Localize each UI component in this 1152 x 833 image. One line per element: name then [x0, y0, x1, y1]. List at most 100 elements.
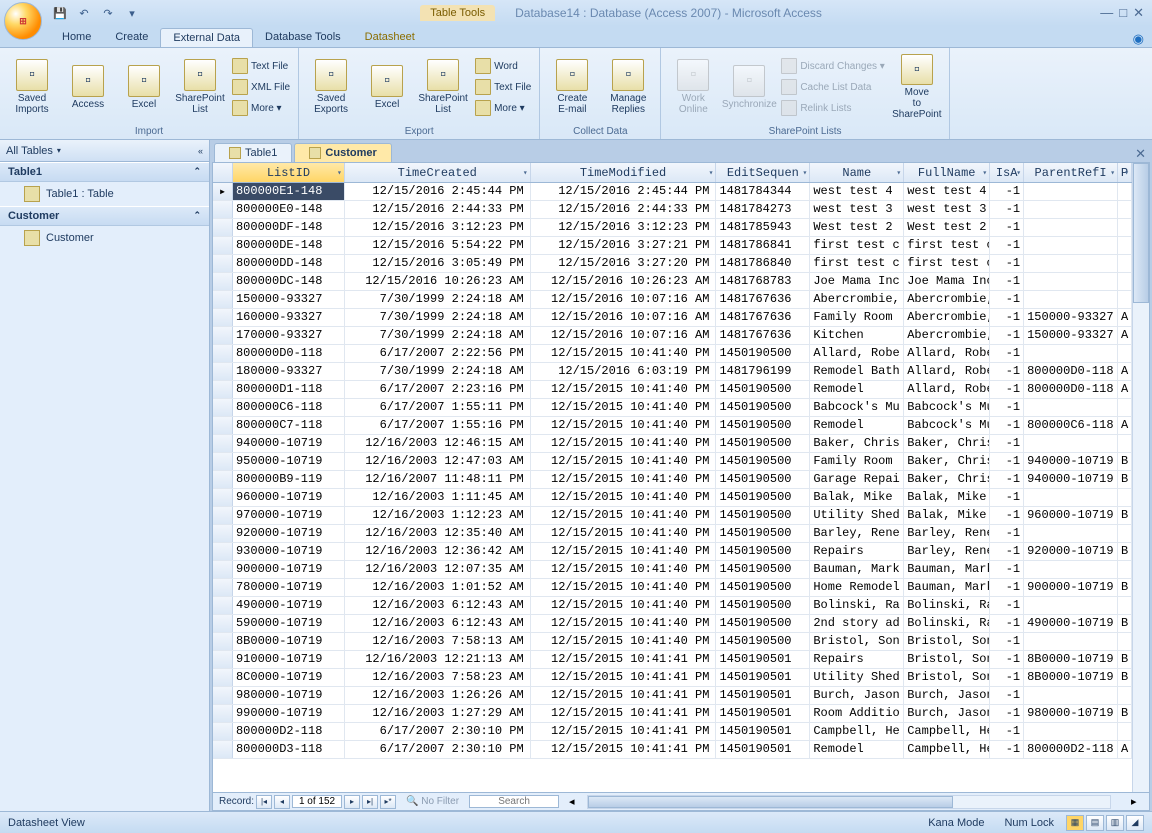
row-selector[interactable] — [213, 237, 233, 254]
cell[interactable]: 800000D0-118 — [233, 345, 345, 362]
cell[interactable]: 12/15/2015 10:41:40 PM — [531, 345, 717, 362]
cell[interactable]: -1 — [990, 723, 1024, 740]
cell[interactable]: 12/15/2016 2:44:33 PM — [345, 201, 531, 218]
cell[interactable]: 1481767636 — [716, 291, 810, 308]
cell[interactable]: 12/15/2015 10:41:40 PM — [531, 525, 717, 542]
cell[interactable]: 1450190500 — [716, 543, 810, 560]
cell[interactable]: 12/16/2003 1:26:26 AM — [345, 687, 531, 704]
column-dropdown-icon[interactable]: ▾ — [982, 168, 987, 178]
cell[interactable]: West test 2 — [904, 219, 990, 236]
cell[interactable]: -1 — [990, 597, 1024, 614]
cell[interactable]: 800000C6-118 — [1024, 417, 1118, 434]
table-row[interactable]: 180000-933277/30/1999 2:24:18 AM12/15/20… — [213, 363, 1132, 381]
cell[interactable]: Bolinski, Ra — [810, 597, 904, 614]
doc-tab-table1[interactable]: Table1 — [214, 143, 292, 162]
cell[interactable]: 800000D3-118 — [233, 741, 345, 758]
cell[interactable] — [1118, 687, 1132, 704]
vscroll-thumb[interactable] — [1133, 163, 1149, 303]
row-selector[interactable] — [213, 273, 233, 290]
cell[interactable]: Remodel Bath — [810, 363, 904, 380]
cell[interactable]: Bolinski, Ra — [904, 597, 990, 614]
filter-indicator[interactable]: 🔍 No Filter — [406, 796, 459, 807]
cell[interactable]: -1 — [990, 561, 1024, 578]
cell[interactable]: 12/15/2015 10:41:41 PM — [531, 741, 717, 758]
cell[interactable] — [1024, 561, 1118, 578]
cell[interactable]: Bristol, Son — [904, 633, 990, 650]
ribbon-button-excel[interactable]: ▫Excel — [118, 54, 170, 120]
cell[interactable] — [1024, 687, 1118, 704]
cell[interactable]: Bristol, Son — [810, 633, 904, 650]
ribbon-button-xml-file[interactable]: XML File — [230, 77, 292, 97]
cell[interactable]: Abercrombie, — [810, 291, 904, 308]
cell[interactable]: 1450190500 — [716, 579, 810, 596]
cell[interactable]: -1 — [990, 471, 1024, 488]
cell[interactable]: 12/15/2015 10:41:40 PM — [531, 579, 717, 596]
cell[interactable]: 8B0000-10719 — [233, 633, 345, 650]
cell[interactable]: West test 2 — [810, 219, 904, 236]
cell[interactable]: 980000-10719 — [233, 687, 345, 704]
table-row[interactable]: 960000-1071912/16/2003 1:11:45 AM12/15/2… — [213, 489, 1132, 507]
row-selector[interactable] — [213, 669, 233, 686]
cell[interactable] — [1024, 201, 1118, 218]
cell[interactable]: B — [1118, 669, 1132, 686]
cell[interactable] — [1118, 525, 1132, 542]
cell[interactable]: 1481796199 — [716, 363, 810, 380]
table-row[interactable]: 930000-1071912/16/2003 12:36:42 AM12/15/… — [213, 543, 1132, 561]
cell[interactable]: 7/30/1999 2:24:18 AM — [345, 327, 531, 344]
cell[interactable]: 160000-93327 — [233, 309, 345, 326]
ribbon-button-manage-replies[interactable]: ▫ManageReplies — [602, 54, 654, 120]
nav-item-table1-table[interactable]: Table1 : Table — [0, 182, 209, 206]
cell[interactable]: Remodel — [810, 417, 904, 434]
cell[interactable]: 12/16/2003 12:46:15 AM — [345, 435, 531, 452]
chevron-down-icon[interactable]: ▾ — [57, 146, 61, 155]
cell[interactable]: 780000-10719 — [233, 579, 345, 596]
cell[interactable]: 12/15/2016 3:27:20 PM — [531, 255, 717, 272]
table-row[interactable]: 800000B9-11912/16/2007 11:48:11 PM12/15/… — [213, 471, 1132, 489]
cell[interactable]: 12/15/2015 10:41:41 PM — [531, 723, 717, 740]
column-header-isa[interactable]: IsA▾ — [990, 163, 1024, 182]
row-selector[interactable] — [213, 579, 233, 596]
ribbon-button-move-to-sharepoint[interactable]: ▫Moveto SharePoint — [891, 54, 943, 120]
cell[interactable]: Bauman, Mark — [904, 561, 990, 578]
cell[interactable]: 12/15/2015 10:41:40 PM — [531, 633, 717, 650]
cell[interactable]: 12/15/2016 5:54:22 PM — [345, 237, 531, 254]
cell[interactable]: B — [1118, 453, 1132, 470]
row-selector[interactable] — [213, 687, 233, 704]
cell[interactable]: Allard, Robe — [810, 345, 904, 362]
cell[interactable]: -1 — [990, 201, 1024, 218]
cell[interactable]: 590000-10719 — [233, 615, 345, 632]
ribbon-button-create-e-mail[interactable]: ▫CreateE-mail — [546, 54, 598, 120]
cell[interactable]: -1 — [990, 507, 1024, 524]
row-selector[interactable] — [213, 651, 233, 668]
cell[interactable] — [1024, 597, 1118, 614]
cell[interactable]: 800000DE-148 — [233, 237, 345, 254]
cell[interactable]: -1 — [990, 579, 1024, 596]
cell[interactable]: 1481767636 — [716, 327, 810, 344]
cell[interactable]: 170000-93327 — [233, 327, 345, 344]
cell[interactable]: 910000-10719 — [233, 651, 345, 668]
cell[interactable]: 12/16/2003 1:01:52 AM — [345, 579, 531, 596]
pivottable-view-button[interactable]: ▤ — [1086, 815, 1104, 831]
cell[interactable]: 900000-10719 — [1024, 579, 1118, 596]
cell[interactable] — [1024, 255, 1118, 272]
cell[interactable] — [1118, 489, 1132, 506]
cell[interactable]: 800000E0-148 — [233, 201, 345, 218]
cell[interactable]: 150000-93327 — [233, 291, 345, 308]
cell[interactable] — [1024, 489, 1118, 506]
cell[interactable]: Baker, Chris — [810, 435, 904, 452]
last-record-button[interactable]: ▸| — [362, 795, 378, 809]
row-selector[interactable] — [213, 201, 233, 218]
cell[interactable]: 980000-10719 — [1024, 705, 1118, 722]
cell[interactable]: Joe Mama Inc — [904, 273, 990, 290]
cell[interactable]: 940000-10719 — [1024, 453, 1118, 470]
cell[interactable]: first test c — [810, 255, 904, 272]
row-selector[interactable]: ▸ — [213, 183, 233, 200]
table-row[interactable]: 800000D3-1186/17/2007 2:30:10 PM12/15/20… — [213, 741, 1132, 759]
cell[interactable]: 800000DF-148 — [233, 219, 345, 236]
cell[interactable]: 1481786840 — [716, 255, 810, 272]
row-selector[interactable] — [213, 705, 233, 722]
cell[interactable]: -1 — [990, 291, 1024, 308]
nav-group-customer[interactable]: Customer⌃ — [0, 206, 209, 226]
collapse-icon[interactable]: ⌃ — [193, 166, 201, 178]
qat-dropdown-icon[interactable]: ▾ — [122, 3, 142, 23]
